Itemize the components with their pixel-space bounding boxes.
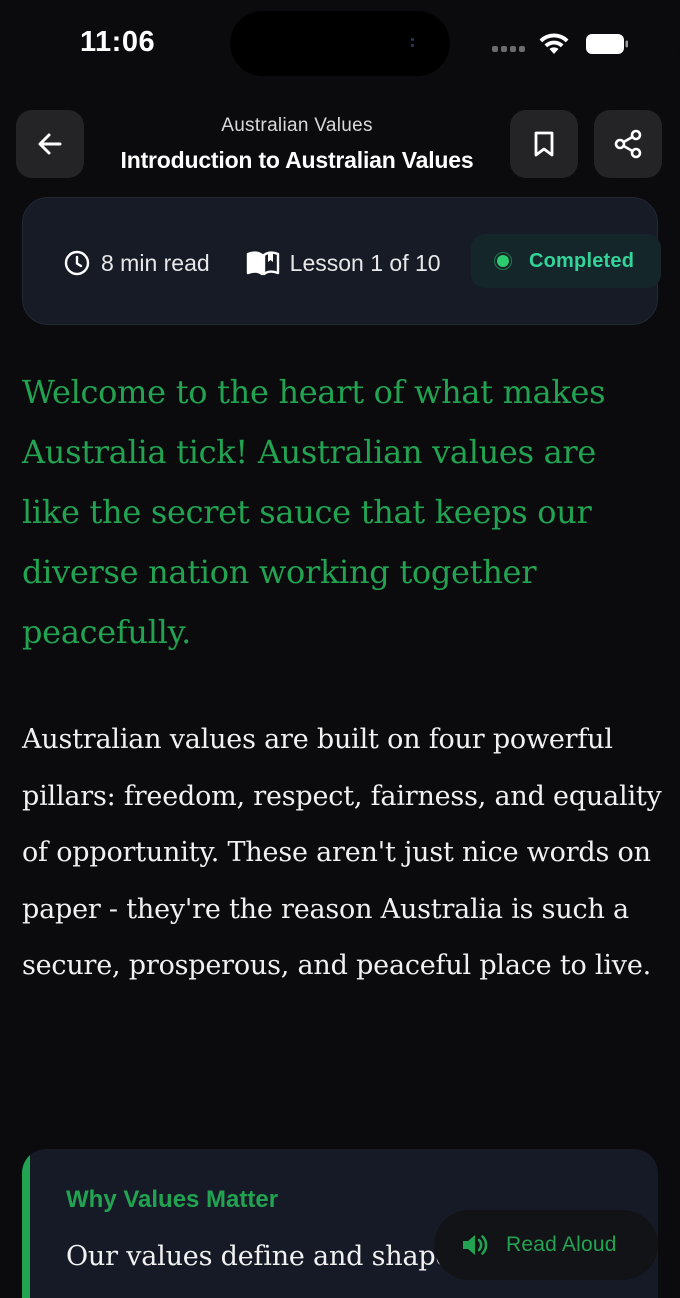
lesson-meta-card: 8 min read Lesson 1 of 10 Completed [22,197,661,325]
dynamic-island [230,11,450,76]
lesson-progress: Lesson 1 of 10 [246,249,441,277]
completed-status-icon [497,255,509,267]
book-open-icon [246,251,279,276]
camera-indicator-icon [410,38,415,48]
callout-accent-bar [22,1149,30,1298]
read-aloud-label: Read Aloud [506,1233,617,1256]
bookmark-icon [534,131,554,157]
lesson-meta-row: 8 min read Lesson 1 of 10 [63,236,441,290]
back-button[interactable] [16,110,84,178]
lesson-category: Australian Values [221,115,373,136]
cellular-signal-icon [492,46,526,52]
battery-icon [586,34,628,54]
clock-icon [64,250,90,276]
completed-badge: Completed [471,234,661,288]
lesson-paragraph: Australian values are built on four powe… [22,724,662,981]
read-time-label: 8 min read [101,249,210,276]
bookmark-button[interactable] [510,110,578,178]
speaker-icon [463,1235,488,1255]
app-screen: 11:06 Australian Values Introduction to … [0,0,680,1298]
callout-text: Our values define and shape [66,1241,452,1272]
status-time: 11:06 [80,26,156,58]
share-icon [614,129,642,159]
lesson-progress-label: Lesson 1 of 10 [289,249,441,276]
lesson-intro: Welcome to the heart of what makes Austr… [22,373,606,651]
completed-label: Completed [529,249,635,272]
callout-title: Why Values Matter [66,1186,279,1213]
wifi-icon [539,33,569,54]
arrow-left-icon [38,133,62,155]
page-title: Introduction to Australian Values [120,147,474,173]
read-aloud-button[interactable]: Read Aloud [434,1210,658,1280]
share-button[interactable] [594,110,662,178]
read-time: 8 min read [63,249,210,277]
